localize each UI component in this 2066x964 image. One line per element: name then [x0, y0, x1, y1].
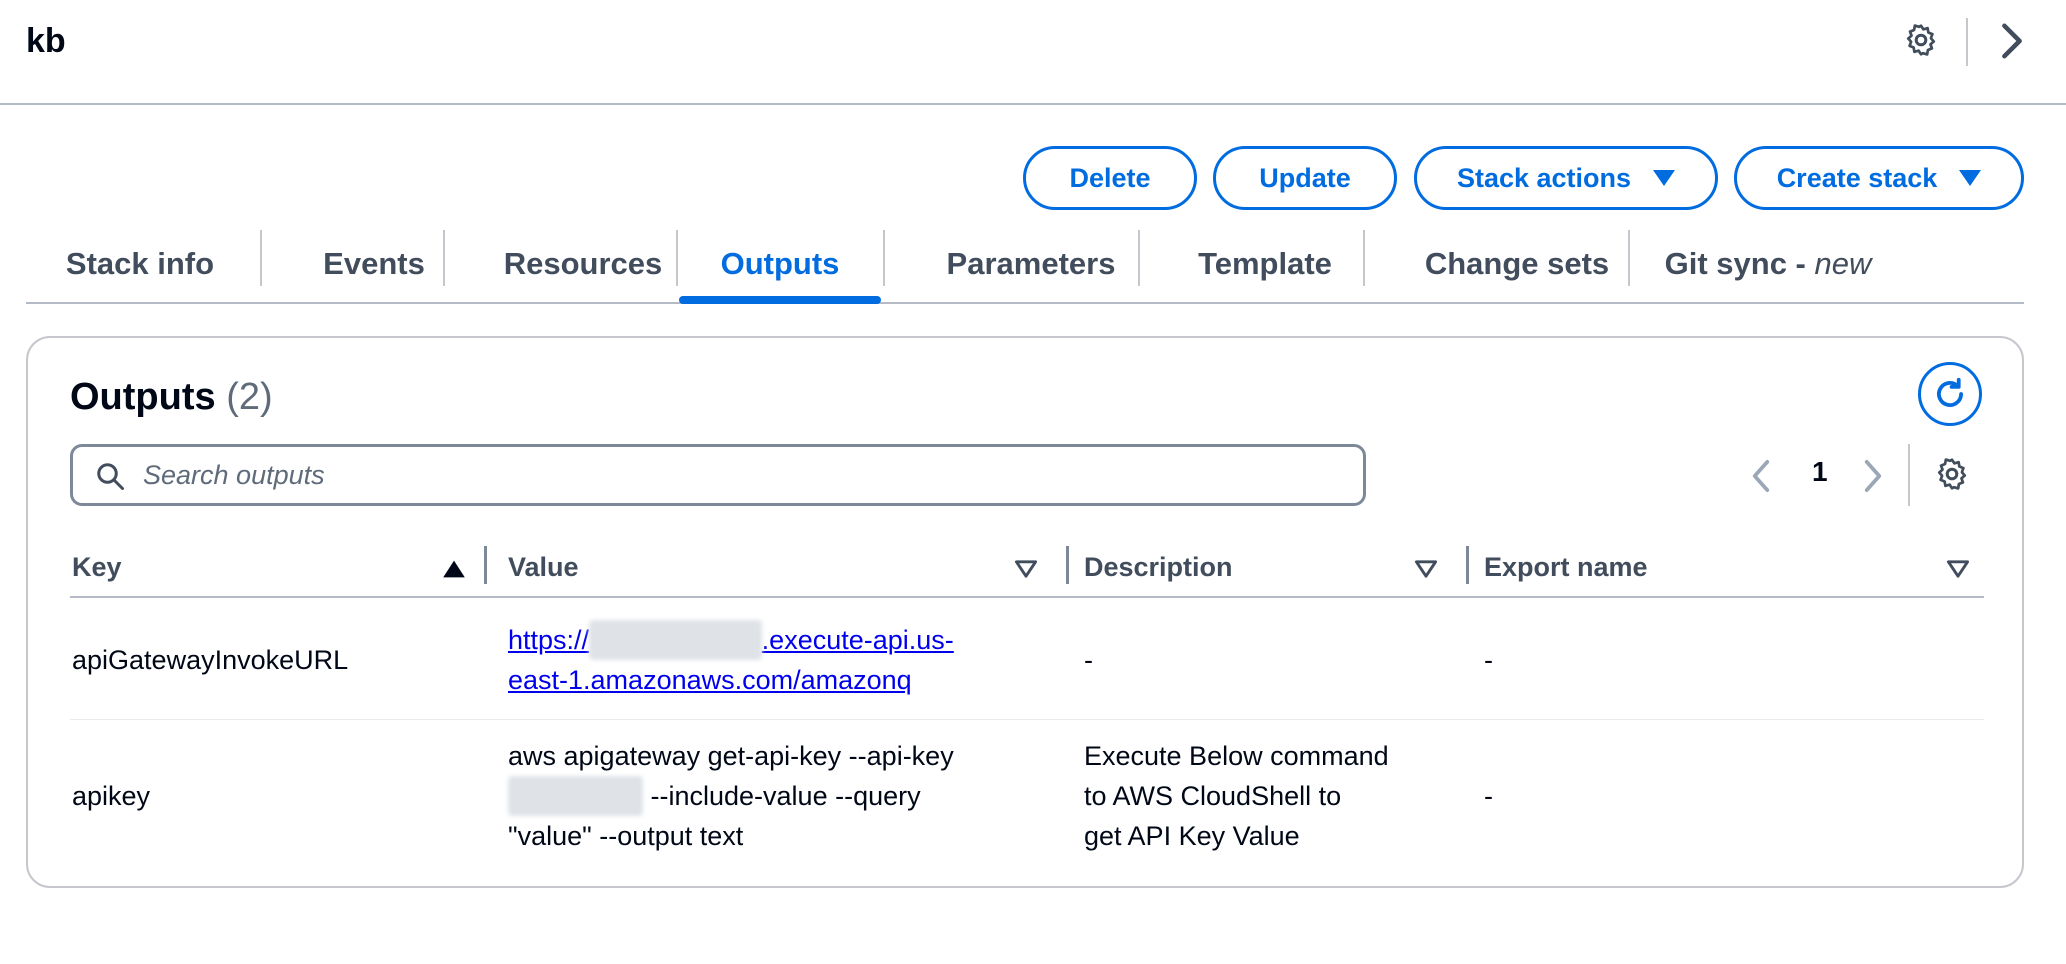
column-header-value[interactable]: Value	[508, 552, 579, 583]
page-header: kb	[0, 0, 2066, 105]
tab-template[interactable]: Template	[1162, 226, 1368, 302]
output-export-name: -	[1484, 645, 1493, 675]
update-button[interactable]: Update	[1213, 146, 1397, 210]
chevron-right-icon[interactable]	[1862, 458, 1884, 494]
search-icon	[97, 463, 124, 490]
search-field[interactable]	[70, 444, 1366, 506]
caret-down-icon	[1653, 170, 1676, 186]
tab-resources[interactable]: Resources	[466, 226, 700, 302]
invoke-url-link[interactable]: https://7xxxxx950970.execute-api.us-east…	[508, 620, 954, 695]
create-stack-button[interactable]: Create stack	[1734, 146, 2024, 210]
tab-change-sets[interactable]: Change sets	[1386, 226, 1648, 302]
output-value: aws apigateway get-api-key --api-keyxxxx…	[508, 741, 954, 851]
refresh-button[interactable]	[1918, 362, 1982, 426]
sort-icon[interactable]	[1946, 558, 1970, 580]
column-header-key[interactable]: Key	[72, 552, 122, 583]
tab-separator	[883, 230, 885, 286]
table-row: apikey aws apigateway get-api-key --api-…	[70, 720, 1984, 870]
table-header: Key Value Description Export name	[70, 538, 1984, 598]
table-row: apiGatewayInvokeURL https://7xxxxx950970…	[70, 600, 1984, 720]
tab-bar: Stack info Events Resources Outputs Para…	[26, 226, 2024, 304]
header-divider	[1966, 18, 1968, 66]
gear-icon[interactable]	[1903, 22, 1939, 58]
column-resizer[interactable]	[1466, 546, 1469, 584]
delete-button[interactable]: Delete	[1023, 146, 1197, 210]
tab-separator	[443, 230, 445, 286]
output-export-name: -	[1484, 781, 1493, 811]
current-page[interactable]: 1	[1812, 456, 1828, 488]
redacted-text: 7xxxxx950970	[589, 620, 762, 660]
tab-outputs[interactable]: Outputs	[679, 226, 881, 304]
sort-ascending-icon[interactable]	[442, 558, 466, 580]
tab-separator	[1628, 230, 1630, 286]
output-value: https://7xxxxx950970.execute-api.us-east…	[508, 620, 1028, 700]
outputs-count: (2)	[226, 376, 273, 418]
stack-title: kb	[26, 22, 66, 60]
tab-git-sync[interactable]: Git sync - new	[1650, 226, 1886, 302]
redacted-text: xxxxxxxxxx	[508, 776, 643, 816]
column-resizer[interactable]	[1066, 546, 1069, 584]
output-key: apiGatewayInvokeURL	[72, 645, 349, 675]
output-description: Execute Below command to AWS CloudShell t…	[1084, 741, 1389, 851]
pager-divider	[1908, 444, 1910, 506]
tab-parameters[interactable]: Parameters	[906, 226, 1156, 302]
output-description: -	[1084, 645, 1093, 675]
tab-separator	[260, 230, 262, 286]
chevron-right-icon[interactable]	[1998, 22, 2026, 60]
tab-stack-info[interactable]: Stack info	[42, 226, 238, 302]
sort-icon[interactable]	[1414, 558, 1438, 580]
refresh-icon	[1937, 377, 1963, 407]
column-header-export-name[interactable]: Export name	[1484, 552, 1648, 583]
column-resizer[interactable]	[484, 546, 487, 584]
gear-icon[interactable]	[1934, 456, 1970, 492]
sort-icon[interactable]	[1014, 558, 1038, 580]
tab-separator	[1363, 230, 1365, 286]
tab-separator	[1138, 230, 1140, 286]
tab-events[interactable]: Events	[282, 226, 466, 302]
outputs-heading: Outputs (2)	[70, 376, 273, 418]
chevron-left-icon[interactable]	[1750, 458, 1772, 494]
output-key: apikey	[72, 781, 151, 811]
tab-separator	[676, 230, 678, 286]
search-input[interactable]	[143, 453, 1343, 497]
stack-actions-button[interactable]: Stack actions	[1414, 146, 1718, 210]
outputs-container: Outputs (2) 1 Key Value	[26, 336, 2024, 888]
caret-down-icon	[1959, 170, 1982, 186]
column-header-description[interactable]: Description	[1084, 552, 1233, 583]
